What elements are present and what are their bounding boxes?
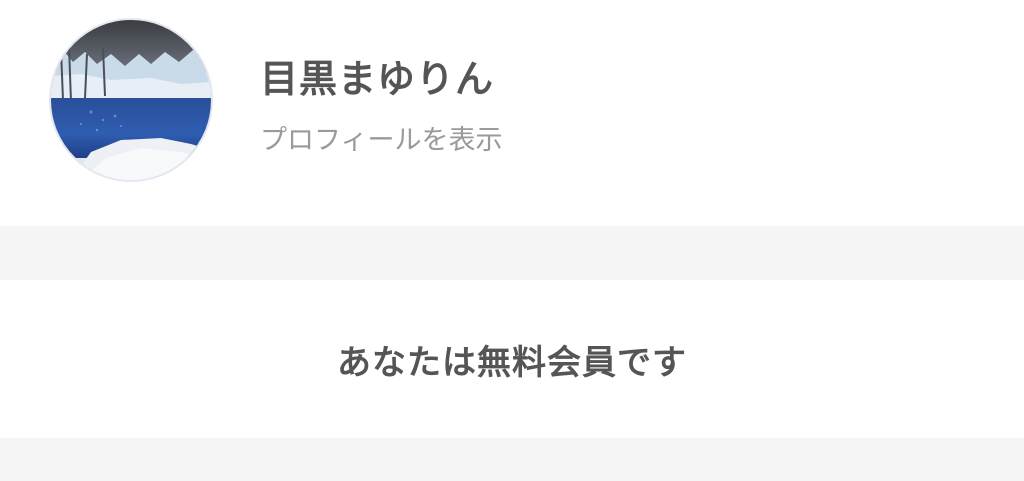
user-name: 目黒まゆりん bbox=[260, 57, 495, 101]
account-page: 目黒まゆりん プロフィールを表示 あなたは無料会員です bbox=[0, 0, 1024, 481]
profile-row[interactable]: 目黒まゆりん プロフィールを表示 bbox=[0, 0, 1024, 226]
avatar-photo bbox=[51, 20, 211, 180]
avatar[interactable] bbox=[51, 20, 211, 180]
view-profile-link[interactable]: プロフィールを表示 bbox=[260, 118, 502, 157]
section-divider bbox=[0, 438, 1024, 481]
membership-status-section: あなたは無料会員です bbox=[0, 280, 1024, 438]
section-divider bbox=[0, 226, 1024, 280]
membership-status-text: あなたは無料会員です bbox=[337, 342, 687, 383]
